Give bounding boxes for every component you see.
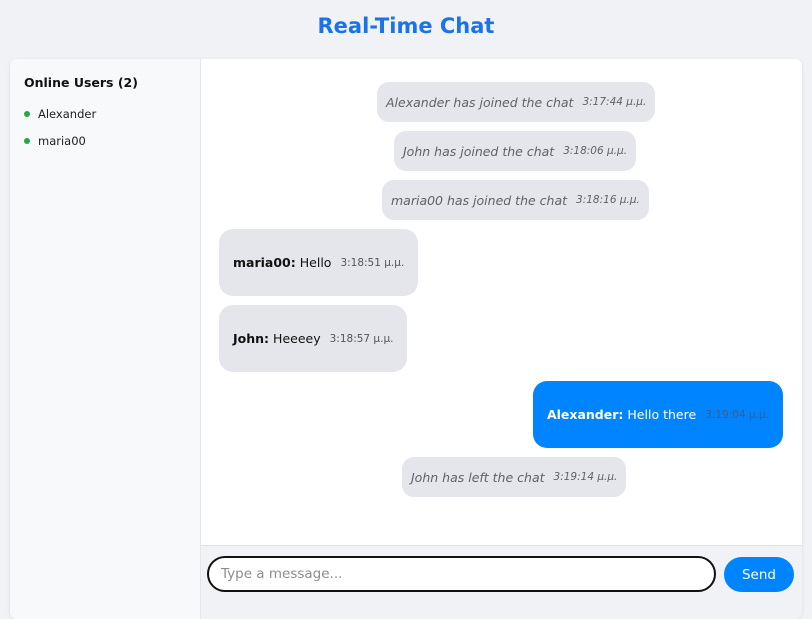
message-sender: maria00: [233, 255, 296, 270]
message-time: 3:18:57 μ.μ. [329, 332, 394, 345]
message-time: 3:19:04 μ.μ. [705, 408, 769, 421]
page-title: Real-Time Chat [317, 14, 495, 38]
message-text: Hello there [627, 407, 697, 422]
system-message: John has left the chat 3:19:14 μ.μ. [402, 457, 627, 497]
system-message: maria00 has joined the chat 3:18:16 μ.μ. [382, 180, 649, 220]
chat-message-sent: Alexander: Hello there 3:19:04 μ.μ. [532, 381, 783, 448]
chat-message-received: maria00: Hello 3:18:51 μ.μ. [219, 229, 419, 296]
send-button[interactable]: Send [724, 557, 794, 592]
user-name: maria00 [38, 133, 86, 148]
message-time: 3:17:44 μ.μ. [582, 96, 647, 108]
user-item-maria00[interactable]: maria00 [24, 127, 186, 154]
message-time: 3:19:14 μ.μ. [553, 471, 618, 483]
message-text: Alexander has joined the chat [386, 94, 574, 110]
messages-area[interactable]: Alexander has joined the chat 3:17:44 μ.… [201, 59, 802, 545]
online-status-icon [24, 110, 30, 117]
online-users-heading: Online Users (2) [24, 75, 138, 90]
chat-message-received: John: Heeeey 3:18:57 μ.μ. [219, 305, 408, 372]
message-input-bar: Send [201, 545, 802, 619]
message-text: Hello [299, 255, 332, 270]
system-message: Alexander has joined the chat 3:17:44 μ.… [377, 82, 656, 122]
message-text: maria00 has joined the chat [391, 192, 568, 208]
message-text: Heeeey [273, 331, 321, 346]
message-time: 3:18:51 μ.μ. [340, 256, 405, 269]
message-input[interactable] [207, 556, 716, 592]
user-item-alexander[interactable]: Alexander [24, 100, 186, 127]
message-text: John has joined the chat [403, 143, 555, 159]
chat-container: Online Users (2) Alexander maria00 Alexa… [10, 59, 802, 619]
message-time: 3:18:16 μ.μ. [576, 194, 640, 206]
system-message: John has joined the chat 3:18:06 μ.μ. [394, 131, 637, 171]
online-users-sidebar: Online Users (2) Alexander maria00 [10, 59, 201, 619]
message-text: John has left the chat [411, 469, 545, 485]
message-time: 3:18:06 μ.μ. [563, 145, 628, 157]
online-status-icon [24, 137, 30, 144]
message-sender: John: [233, 331, 270, 346]
user-name: Alexander [38, 106, 97, 121]
message-sender: Alexander: [546, 407, 624, 422]
